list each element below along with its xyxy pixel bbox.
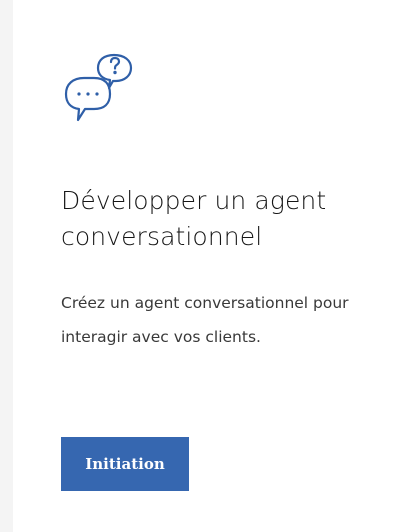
initiation-button[interactable]: Initiation [61,437,189,491]
card-title: Développer un agent conversationnel [61,186,327,251]
card-description: Créez un agent conversationnel pour inte… [61,294,349,346]
conversational-agent-card: Développer un agent conversationnel Crée… [13,0,416,532]
chat-question-icon [58,50,138,130]
